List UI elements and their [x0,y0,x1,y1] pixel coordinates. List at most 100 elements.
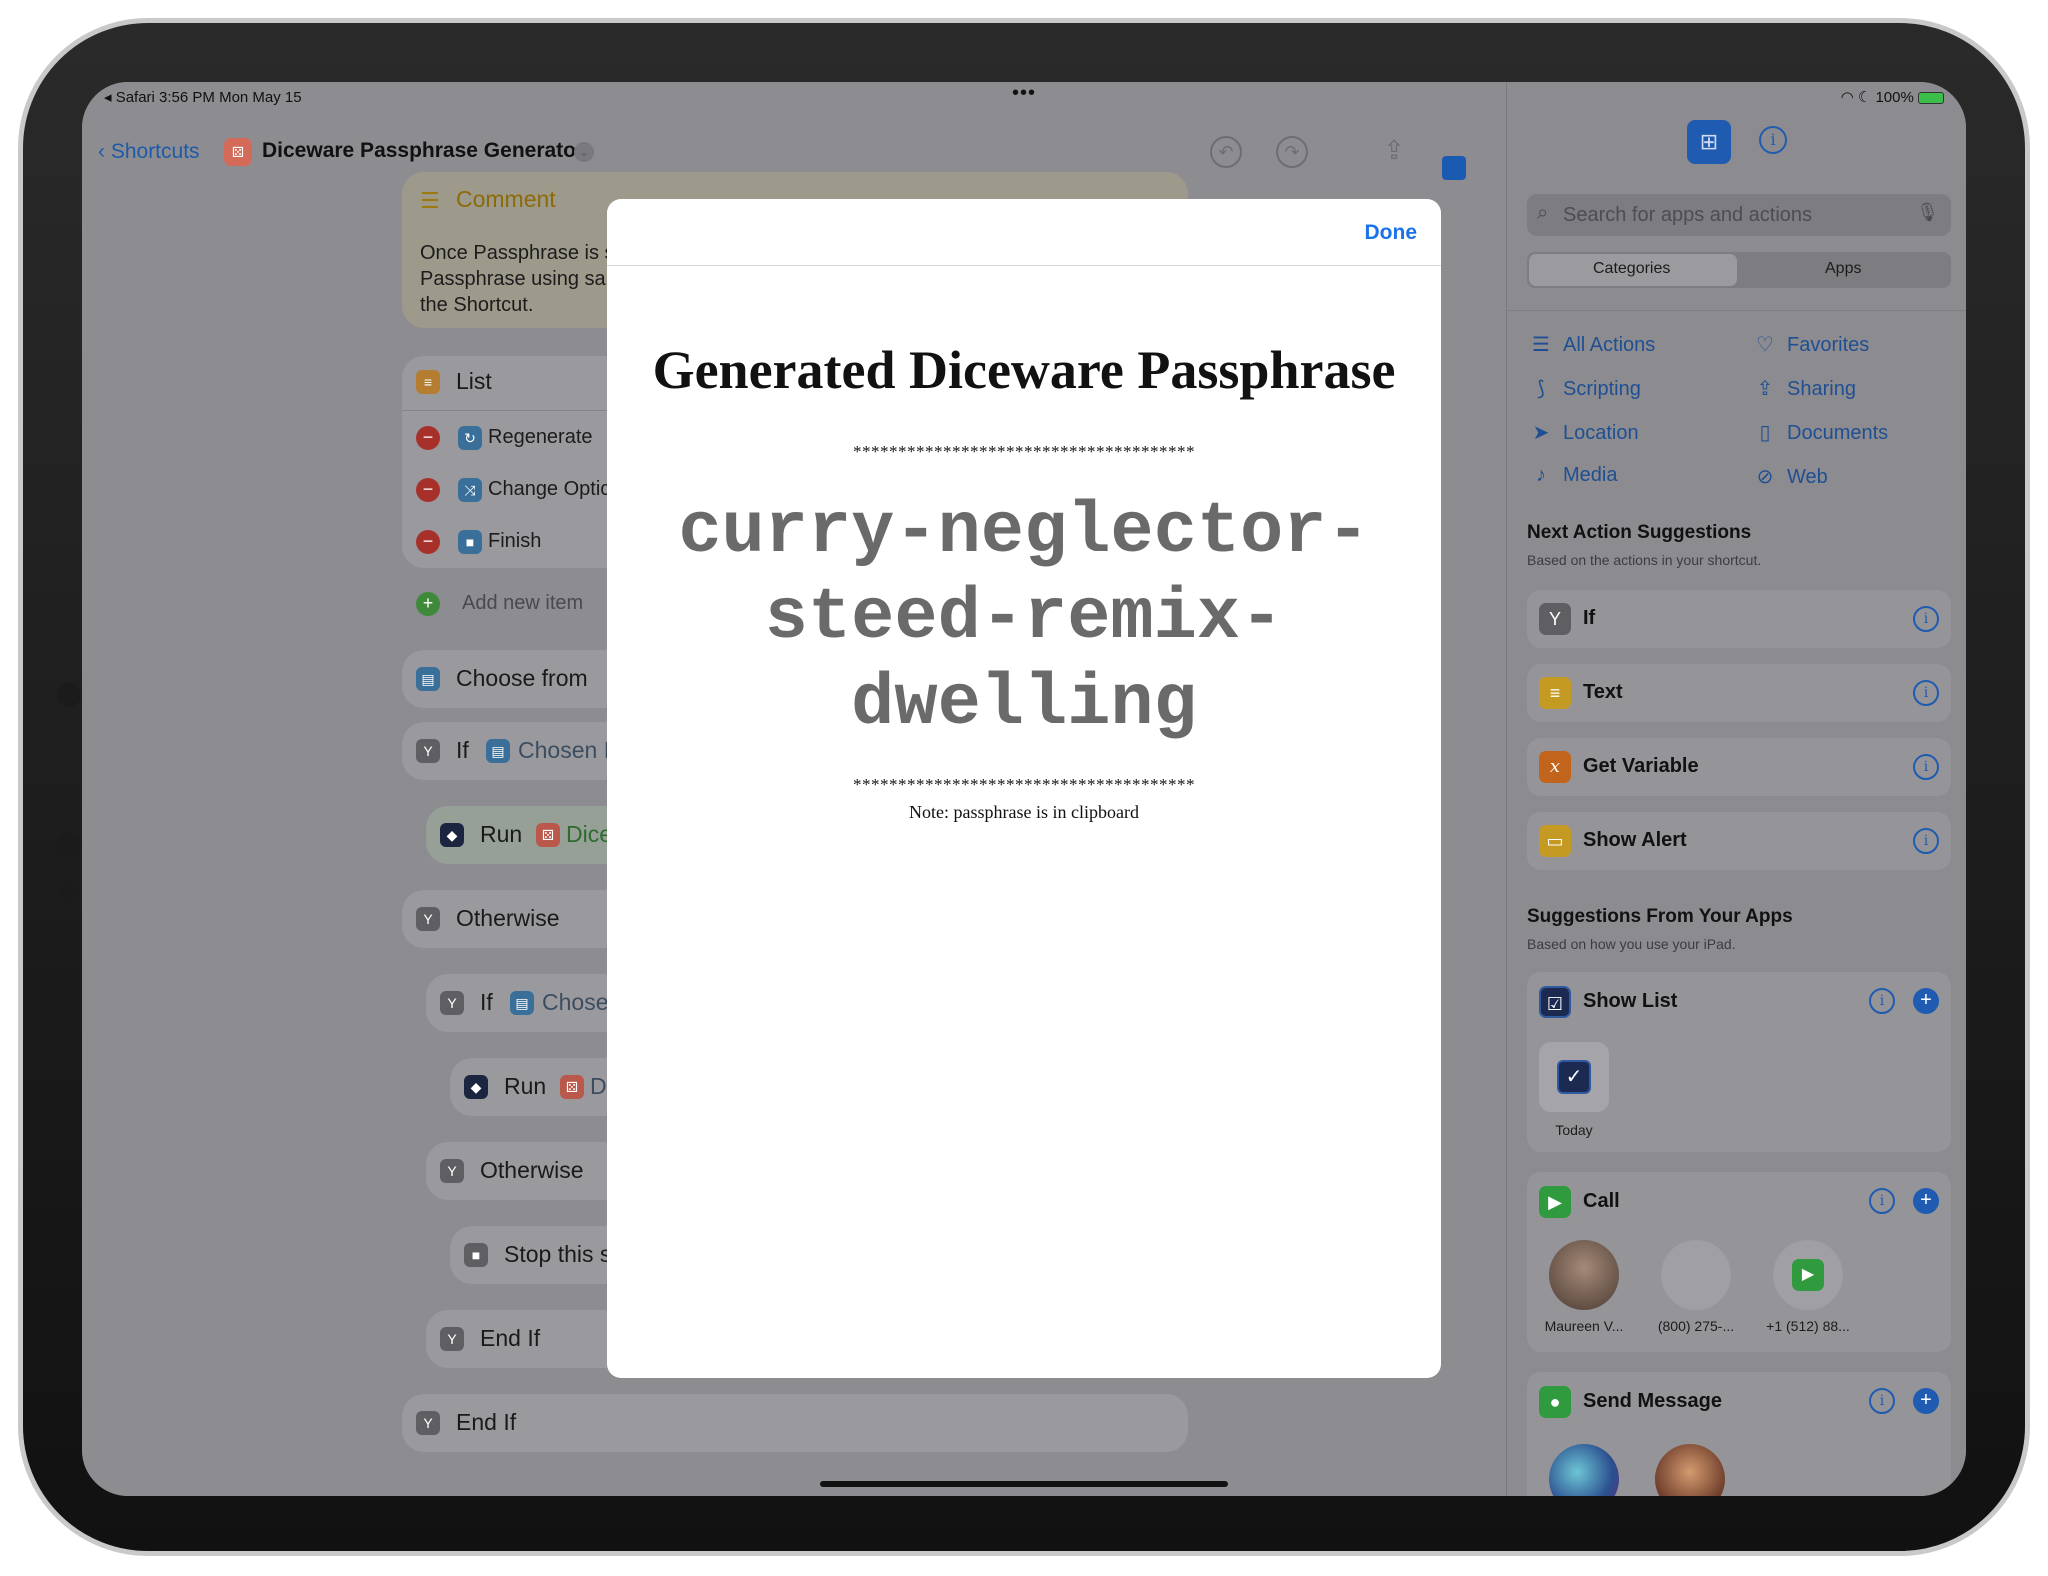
suggestion-call[interactable]: ▶ Call i + Maureen V... (800) 275-... ▶ … [1527,1172,1951,1352]
contact-name: (800) 275-... [1657,1318,1735,1334]
list-item[interactable]: Regenerate [488,426,593,449]
status-bar: ◂ Safari 3:56 PM Mon May 15 ••• ◠ ☾ 100% [82,82,1966,112]
done-button[interactable]: Done [1365,221,1418,245]
battery-percent: 100% [1875,89,1914,106]
contact-avatar[interactable] [1661,1240,1731,1310]
share-icon: ⇪ [1756,378,1774,400]
microphone-icon[interactable]: 🎙 [1916,202,1939,223]
info-icon[interactable]: i [1913,606,1939,632]
passphrase-result-sheet: Done Generated Diceware Passphrase *****… [607,199,1441,1378]
category-label: Media [1563,464,1618,486]
if-icon: Y [1539,603,1571,635]
if-icon: Y [440,991,464,1015]
category-label: Scripting [1563,378,1641,400]
variable-icon: x [1539,751,1571,783]
category-sharing[interactable]: ⇪ Sharing [1753,376,1856,401]
result-title: Generated Diceware Passphrase [652,340,1396,400]
segment-categories[interactable]: Categories [1593,260,1670,278]
shuffle-icon: ⤨ [458,478,482,502]
next-suggestions-subtitle: Based on the actions in your shortcut. [1527,552,1762,568]
info-icon[interactable]: i [1869,1188,1895,1214]
menu-icon: ▤ [486,739,510,763]
end-if-label: End If [456,1409,517,1435]
category-label: Documents [1787,422,1889,444]
home-indicator[interactable] [820,1481,1228,1487]
run-parameter[interactable]: Dice [566,821,612,848]
camera-dot [60,883,78,901]
redo-icon[interactable]: ↷ [1276,136,1308,168]
remove-item-icon[interactable]: − [416,530,440,554]
category-favorites[interactable]: ♡ Favorites [1753,332,1869,357]
today-caption: Today [1555,1122,1593,1138]
suggestion-show-list[interactable]: ☑ Show List i + ✓ Today [1527,972,1951,1152]
if-parameter[interactable]: Chosen I [518,737,610,764]
if-parameter[interactable]: Chose [542,989,608,1016]
today-list-tile[interactable]: ✓ [1539,1042,1609,1112]
contact-name: +1 (512) 88... [1766,1318,1850,1334]
if-icon: Y [440,1327,464,1351]
category-documents[interactable]: ▯ Documents [1753,420,1888,445]
suggestion-label: Call [1583,1190,1620,1212]
contact-avatar[interactable] [1549,1240,1619,1310]
suggestion-label: If [1583,607,1596,629]
info-icon[interactable]: i [1869,1388,1895,1414]
add-icon[interactable]: + [1913,988,1939,1014]
add-item-icon[interactable]: + [416,592,440,616]
moon-icon: ☾ [1857,89,1872,106]
end-if-action[interactable]: Y End If [402,1394,1188,1452]
info-icon[interactable]: i [1913,680,1939,706]
memoji-avatar[interactable] [1655,1444,1725,1496]
info-icon[interactable]: i [1869,988,1895,1014]
app-suggestions-title: Suggestions From Your Apps [1527,906,1793,927]
category-media[interactable]: ♪ Media [1529,464,1617,487]
remove-item-icon[interactable]: − [416,478,440,502]
back-button[interactable]: ‹ Shortcuts [98,140,200,164]
category-label: Location [1563,422,1639,444]
suggestion-if[interactable]: Y If i [1527,590,1951,648]
app-suggestions-subtitle: Based on how you use your iPad. [1527,936,1736,952]
passphrase-line: curry-neglector- [678,491,1370,573]
category-scripting[interactable]: ⟆ Scripting [1529,376,1641,401]
add-new-item[interactable]: Add new item [462,592,583,615]
share-icon[interactable]: ⇪ [1378,136,1410,168]
suggestion-send-message[interactable]: ● Send Message i + [1527,1372,1951,1496]
contact-avatar[interactable]: ▶ [1773,1240,1843,1310]
divider [1507,310,1966,311]
remove-item-icon[interactable]: − [416,426,440,450]
search-field[interactable]: ⌕ Search for apps and actions 🎙 [1527,194,1951,236]
info-icon[interactable]: i [1913,754,1939,780]
list-item[interactable]: Finish [488,530,541,553]
list-item[interactable]: Change Optic [488,478,610,501]
shortcut-icon: ⚄ [224,138,252,166]
suggestion-show-alert[interactable]: ▭ Show Alert i [1527,812,1951,870]
divider [607,265,1441,266]
info-icon[interactable]: i [1913,828,1939,854]
if-icon: Y [440,1159,464,1183]
camera-dot [57,683,81,707]
undo-icon[interactable]: ↶ [1210,136,1242,168]
category-web[interactable]: ⊘ Web [1753,464,1828,489]
separator-stars: ************************************** [853,442,1195,461]
suggestion-text[interactable]: ≡ Text i [1527,664,1951,722]
if-icon: Y [416,1411,440,1435]
shortcut-title[interactable]: Diceware Passphrase Generator [262,139,584,163]
wifi-icon: ◠ [1840,89,1854,106]
siri-avatar[interactable] [1549,1444,1619,1496]
category-all-actions[interactable]: ☰ All Actions [1529,332,1655,357]
add-action-icon[interactable]: ⊞ [1687,120,1731,164]
chevron-down-icon[interactable]: ⌄ [574,142,594,162]
list-icon: ☰ [1532,334,1550,356]
segment-apps[interactable]: Apps [1825,260,1861,278]
suggestion-get-variable[interactable]: x Get Variable i [1527,738,1951,796]
run-stop-button[interactable] [1442,156,1466,180]
heart-icon: ♡ [1756,334,1774,356]
category-location[interactable]: ➤ Location [1529,420,1639,445]
add-icon[interactable]: + [1913,1388,1939,1414]
suggestion-label: Send Message [1583,1390,1722,1412]
info-icon[interactable]: i [1759,126,1787,154]
clipboard-note: Note: passphrase is in clipboard [909,802,1139,822]
shortcut-icon: ⚄ [536,823,560,847]
otherwise-label: Otherwise [456,905,560,931]
add-icon[interactable]: + [1913,1188,1939,1214]
multitasking-dots[interactable]: ••• [1012,82,1036,105]
